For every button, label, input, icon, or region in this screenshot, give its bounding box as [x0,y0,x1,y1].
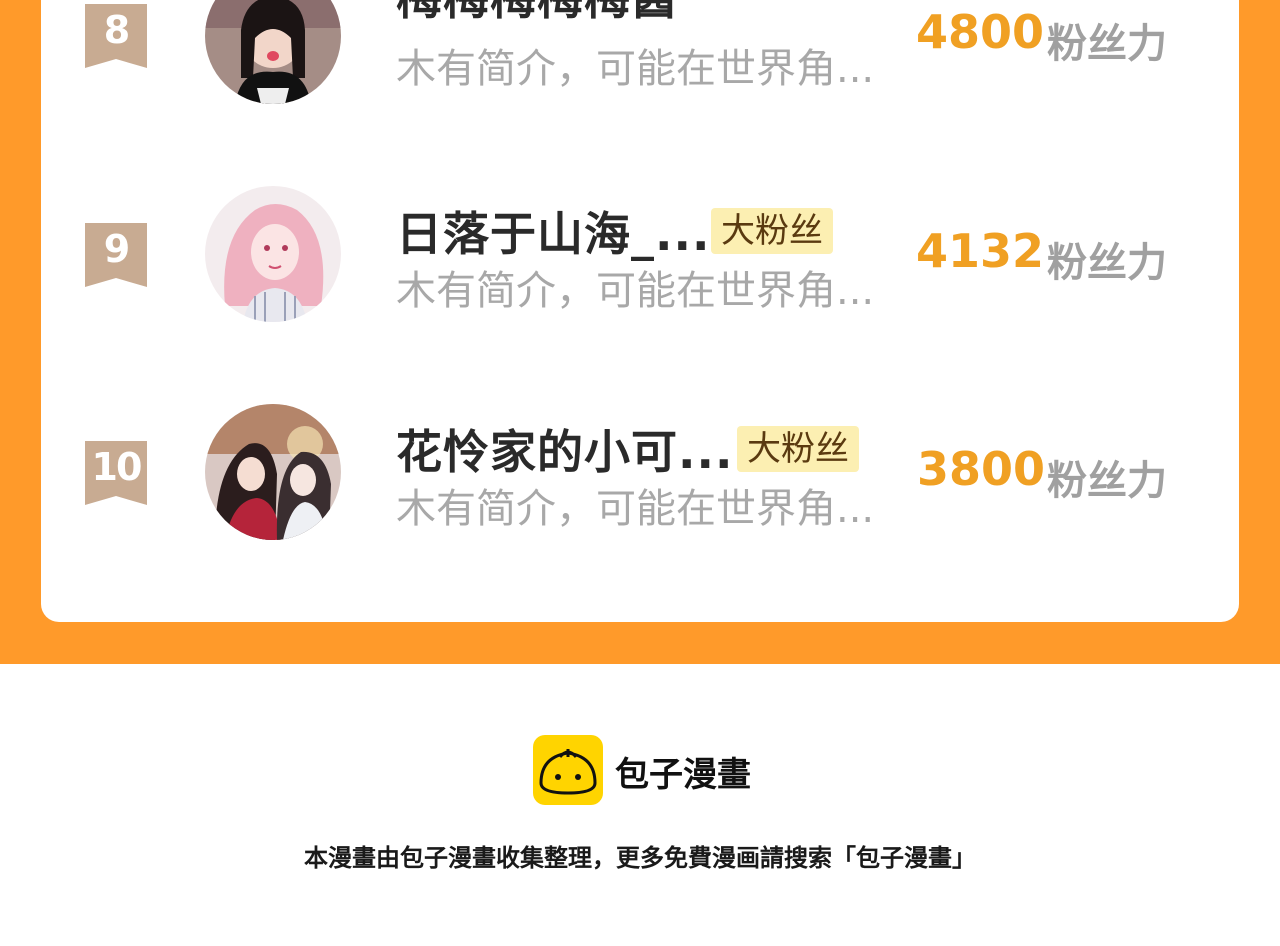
rank-ribbon: 8 [85,4,147,68]
user-bio: 木有简介，可能在世界角... [396,268,875,314]
avatar-photo-icon [205,0,341,104]
baozi-bun-icon [533,735,603,805]
ranking-row[interactable]: 9 日落于山海_... 大粉丝 木有简介，可能在世界角... 4132 粉丝力 [0,186,1280,336]
avatar-illustration-icon [205,186,341,322]
brand-lockup[interactable]: 包子漫畫 [533,735,773,807]
rank-ribbon: 10 [85,441,147,505]
big-fan-badge: 大粉丝 [711,208,833,254]
user-name[interactable]: 花怜家的小可... [396,416,733,482]
avatar[interactable] [205,186,341,322]
avatar-illustration-icon [205,404,341,540]
fan-score-unit: 粉丝力 [1047,21,1167,67]
fan-score: 4132 [916,224,1045,278]
fan-score-unit: 粉丝力 [1047,458,1167,504]
fan-score-unit: 粉丝力 [1047,240,1167,286]
footer-note: 本漫畫由包子漫畫收集整理，更多免費漫画請搜索「包子漫畫」 [304,844,976,872]
user-bio: 木有简介，可能在世界角... [396,46,875,92]
fan-score: 4800 [916,5,1045,59]
fan-score: 3800 [917,442,1046,496]
big-fan-badge: 大粉丝 [737,426,859,472]
rank-ribbon: 9 [85,223,147,287]
avatar[interactable] [205,404,341,540]
user-name[interactable]: 梅梅梅梅梅酱 [396,0,678,28]
user-bio: 木有简介，可能在世界角... [396,486,875,532]
brand-name: 包子漫畫 [615,755,751,795]
ranking-row[interactable]: 8 梅梅梅梅梅酱 木有简介，可能在世界角... 4800 粉丝力 [0,0,1280,118]
avatar[interactable] [205,0,341,104]
user-name[interactable]: 日落于山海_... [396,198,710,264]
ranking-row[interactable]: 10 花怜家的小可... 大粉丝 木有简介，可能在世界角... 3800 粉丝力 [0,404,1280,554]
